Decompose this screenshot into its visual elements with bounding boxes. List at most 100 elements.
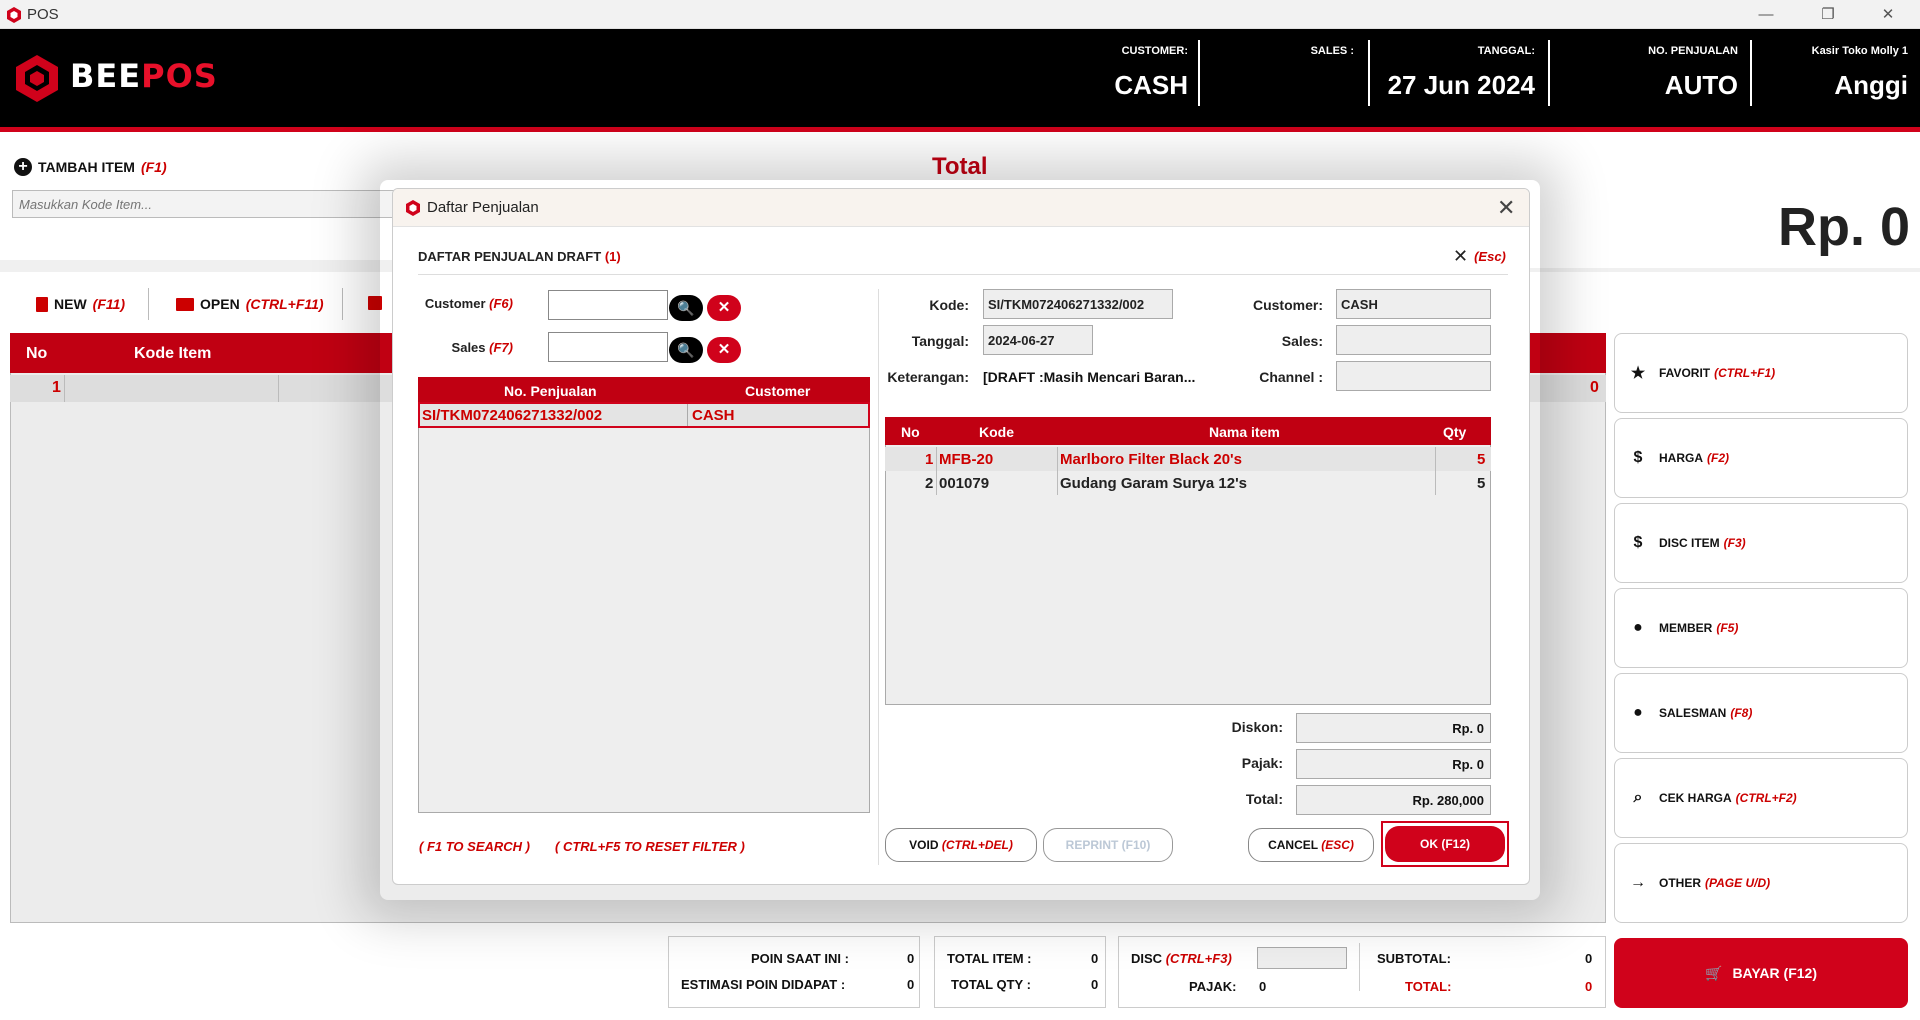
sidebar-button-key: (CTRL+F2) [1735,791,1797,805]
close-icon[interactable]: ✕ [1497,195,1515,221]
cell-divider [278,375,279,402]
price-tag-icon: $ [1633,449,1643,466]
tambah-item-label: TAMBAH ITEM [38,159,135,175]
draft-no: SI/TKM072406271332/002 [422,407,603,424]
total-title: Total [932,153,988,180]
sidebar-button-label: SALESMAN [1659,706,1727,720]
cell-divider [936,447,937,471]
item-row[interactable]: 2 001079 Gudang Garam Surya 12's 5 [885,471,1491,495]
app-logo-icon [7,7,21,23]
sidebar-button-favorit[interactable]: ★ FAVORIT (CTRL+F1) [1614,333,1908,413]
sidebar-button-other[interactable]: → OTHER (PAGE U/D) [1614,843,1908,923]
reprint-button[interactable]: REPRINT (F10) [1043,828,1173,862]
col-qty: Qty [1443,424,1467,440]
cell-divider [64,375,65,402]
minimize-button[interactable]: — [1746,4,1786,26]
item-row[interactable]: 1 MFB-20 Marlboro Filter Black 20's 5 [885,447,1491,471]
kode-label: Kode: [929,297,969,313]
draft-list-row[interactable]: SI/TKM072406271332/002 CASH [418,402,870,428]
sidebar-button-key: (F5) [1716,621,1739,635]
search-hint: ( F1 TO SEARCH ) [419,839,530,854]
bayar-button[interactable]: 🛒 BAYAR (F12) [1614,938,1908,1008]
estimasi-value: 0 [907,977,915,992]
open-key: (CTRL+F11) [245,296,324,312]
sidebar-button-label: MEMBER [1659,621,1713,635]
ok-button[interactable]: OK (F12) [1385,826,1505,862]
tanggal-field: 2024-06-27 [983,325,1093,355]
brand-logo-icon [16,55,58,102]
sidebar-button-key: (F2) [1707,451,1729,465]
dialog-column-divider [878,289,879,865]
customer-clear-button[interactable]: ✕ [707,295,741,321]
subtotal-value: 0 [1585,951,1593,966]
total-amount: Rp. 0 [1777,197,1910,257]
item-qty: 5 [1477,475,1486,492]
detail-customer-field: CASH [1336,289,1491,319]
sidebar-button-member[interactable]: ● MEMBER (F5) [1614,588,1908,668]
col-customer: Customer [745,383,811,399]
cart-row-value: 0 [1590,379,1599,396]
pajak-label: Pajak: [1241,755,1283,771]
reset-filter-hint: ( CTRL+F5 TO RESET FILTER ) [555,839,745,854]
totals-box: DISC (CTRL+F3) PAJAK: 0 SUBTOTAL: 0 TOTA… [1118,936,1606,1008]
customer-search-button[interactable]: 🔍 [669,295,703,321]
sidebar-button-disc-item[interactable]: $ DISC ITEM (F3) [1614,503,1908,583]
sidebar-button-cek-harga[interactable]: ⌕ CEK HARGA (CTRL+F2) [1614,758,1908,838]
estimasi-label: ESTIMASI POIN DIDAPAT : [681,977,846,992]
restore-button[interactable]: ❐ [1808,4,1848,26]
dialog-title: Daftar Penjualan [427,199,539,216]
sales-search-button[interactable]: 🔍 [669,337,703,363]
cell-divider [1435,447,1436,471]
header-divider [1548,40,1550,106]
sales-filter-input[interactable] [548,332,668,362]
item-kode: MFB-20 [939,451,994,468]
kode-item-input[interactable] [12,190,412,218]
item-no: 2 [925,475,934,492]
esc-close-button[interactable]: ✕ (Esc) [1453,246,1506,267]
sales-clear-button[interactable]: ✕ [707,337,741,363]
header-divider [1198,40,1200,106]
cell-divider [1057,471,1058,495]
customer-filter-input[interactable] [548,290,668,320]
sidebar-button-label: HARGA [1659,451,1703,465]
brand-name: BEEPOS [70,57,218,95]
close-window-button[interactable]: ✕ [1868,4,1908,26]
star-icon: ★ [1630,365,1646,382]
cancel-button[interactable]: CANCEL (ESC) [1248,828,1374,862]
cell-divider [1057,447,1058,471]
detail-sales-label: Sales: [1281,333,1323,349]
channel-field [1336,361,1491,391]
detail-customer-label: Customer: [1252,297,1323,313]
disc-label[interactable]: DISC (CTRL+F3) [1131,951,1232,966]
sidebar-button-label: DISC ITEM [1659,536,1720,550]
summary-total-label: Total: [1245,791,1283,807]
header-sales: SALES : [1310,45,1354,57]
plus-icon: + [14,158,32,176]
kode-field: SI/TKM072406271332/002 [983,289,1173,319]
total-qty-value: 0 [1091,977,1099,992]
poin-value: 0 [907,951,915,966]
tambah-item-button[interactable]: + TAMBAH ITEM (F1) [14,158,167,176]
clear-icon: ✕ [717,299,731,316]
header-tanggal: TANGGAL: 27 Jun 2024 [1387,45,1535,100]
void-button[interactable]: VOID (CTRL+DEL) [885,828,1037,862]
item-no: 1 [925,451,934,468]
sidebar-button-label: OTHER [1659,876,1701,890]
channel-label: Channel : [1259,369,1323,385]
search-icon: ⌕ [1633,789,1643,806]
cell-divider [687,404,688,426]
poin-label: POIN SAAT INI : [751,951,849,966]
toolbar-divider [342,288,343,320]
sidebar-button-salesman[interactable]: ● SALESMAN (F8) [1614,673,1908,753]
items-table-header: No Kode Nama item Qty [885,417,1491,445]
new-button[interactable]: NEW (F11) [36,296,125,312]
disc-input[interactable] [1257,947,1347,969]
draft-list[interactable] [418,377,870,813]
sidebar-button-key: (PAGE U/D) [1705,876,1771,890]
open-button[interactable]: OPEN (CTRL+F11) [176,296,324,312]
open-label: OPEN [200,296,240,312]
sidebar-button-harga[interactable]: $ HARGA (F2) [1614,418,1908,498]
total-item-label: TOTAL ITEM : [947,951,1032,966]
item-kode: 001079 [939,475,990,492]
col-kode-header: Kode Item [134,345,212,362]
